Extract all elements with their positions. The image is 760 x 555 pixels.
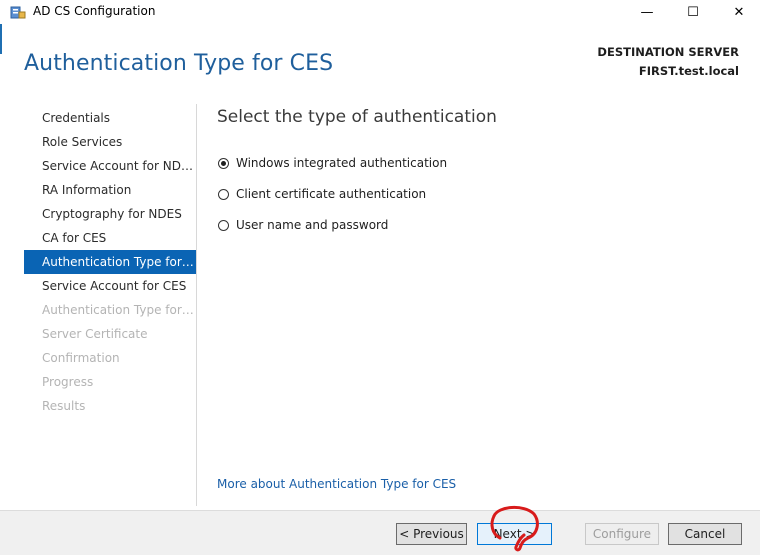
wizard-steps-sidebar: Credentials Role Services Service Accoun… xyxy=(24,106,196,418)
sidebar-item-authentication-type-2: Authentication Type for C... xyxy=(42,303,196,317)
sidebar-item-results: Results xyxy=(42,399,86,413)
close-button[interactable]: ✕ xyxy=(716,0,760,24)
sidebar-item-cryptography-ndes[interactable]: Cryptography for NDES xyxy=(24,202,196,226)
window-title: AD CS Configuration xyxy=(33,4,156,18)
sidebar-item-confirmation: Confirmation xyxy=(42,351,120,365)
radio-icon[interactable] xyxy=(218,219,229,231)
option-client-certificate[interactable]: Client certificate authentication xyxy=(218,187,426,201)
destination-server-name: FIRST.test.local xyxy=(638,64,739,78)
option-label: Windows integrated authentication xyxy=(236,156,448,170)
radio-icon[interactable] xyxy=(218,188,229,200)
previous-button[interactable]: < Previous xyxy=(396,523,467,545)
sidebar-item-role-services[interactable]: Role Services xyxy=(24,130,196,154)
sidebar-item-service-account-ndes[interactable]: Service Account for NDES xyxy=(24,154,196,178)
configure-button: Configure xyxy=(585,523,659,545)
sidebar-item-authentication-type-ces[interactable]: Authentication Type for C... xyxy=(24,250,196,274)
minimize-button[interactable]: — xyxy=(624,0,670,24)
option-windows-integrated[interactable]: Windows integrated authentication xyxy=(218,156,447,170)
sidebar-item-server-certificate: Server Certificate xyxy=(42,327,148,341)
more-about-link[interactable]: More about Authentication Type for CES xyxy=(217,477,456,491)
cancel-button[interactable]: Cancel xyxy=(668,523,742,545)
option-username-password[interactable]: User name and password xyxy=(218,218,388,232)
minimize-icon: — xyxy=(640,4,654,20)
next-button[interactable]: Next > xyxy=(477,523,552,545)
wizard-footer: < Previous Next > Configure Cancel xyxy=(0,510,760,555)
server-manager-icon xyxy=(10,4,26,20)
page-title: Authentication Type for CES xyxy=(24,51,334,76)
sidebar-item-progress: Progress xyxy=(42,375,94,389)
maximize-icon: ☐ xyxy=(687,4,699,20)
close-icon: ✕ xyxy=(733,4,745,20)
window-titlebar: AD CS Configuration — ☐ ✕ xyxy=(0,0,760,24)
wizard-header: Authentication Type for CES DESTINATION … xyxy=(0,24,760,100)
destination-server-info: DESTINATION SERVER FIRST.test.local xyxy=(597,43,739,81)
sidebar-item-service-account-ces[interactable]: Service Account for CES xyxy=(24,274,196,298)
sidebar-item-credentials[interactable]: Credentials xyxy=(24,106,196,130)
option-label: User name and password xyxy=(236,218,389,232)
option-label: Client certificate authentication xyxy=(236,187,427,201)
sidebar-item-ca-for-ces[interactable]: CA for CES xyxy=(24,226,196,250)
section-title: Select the type of authentication xyxy=(217,107,497,127)
destination-server-label: DESTINATION SERVER xyxy=(597,45,739,59)
sidebar-item-ra-information[interactable]: RA Information xyxy=(24,178,196,202)
maximize-button[interactable]: ☐ xyxy=(670,0,716,24)
sidebar-divider xyxy=(196,104,197,506)
radio-checked-icon[interactable] xyxy=(218,157,229,169)
